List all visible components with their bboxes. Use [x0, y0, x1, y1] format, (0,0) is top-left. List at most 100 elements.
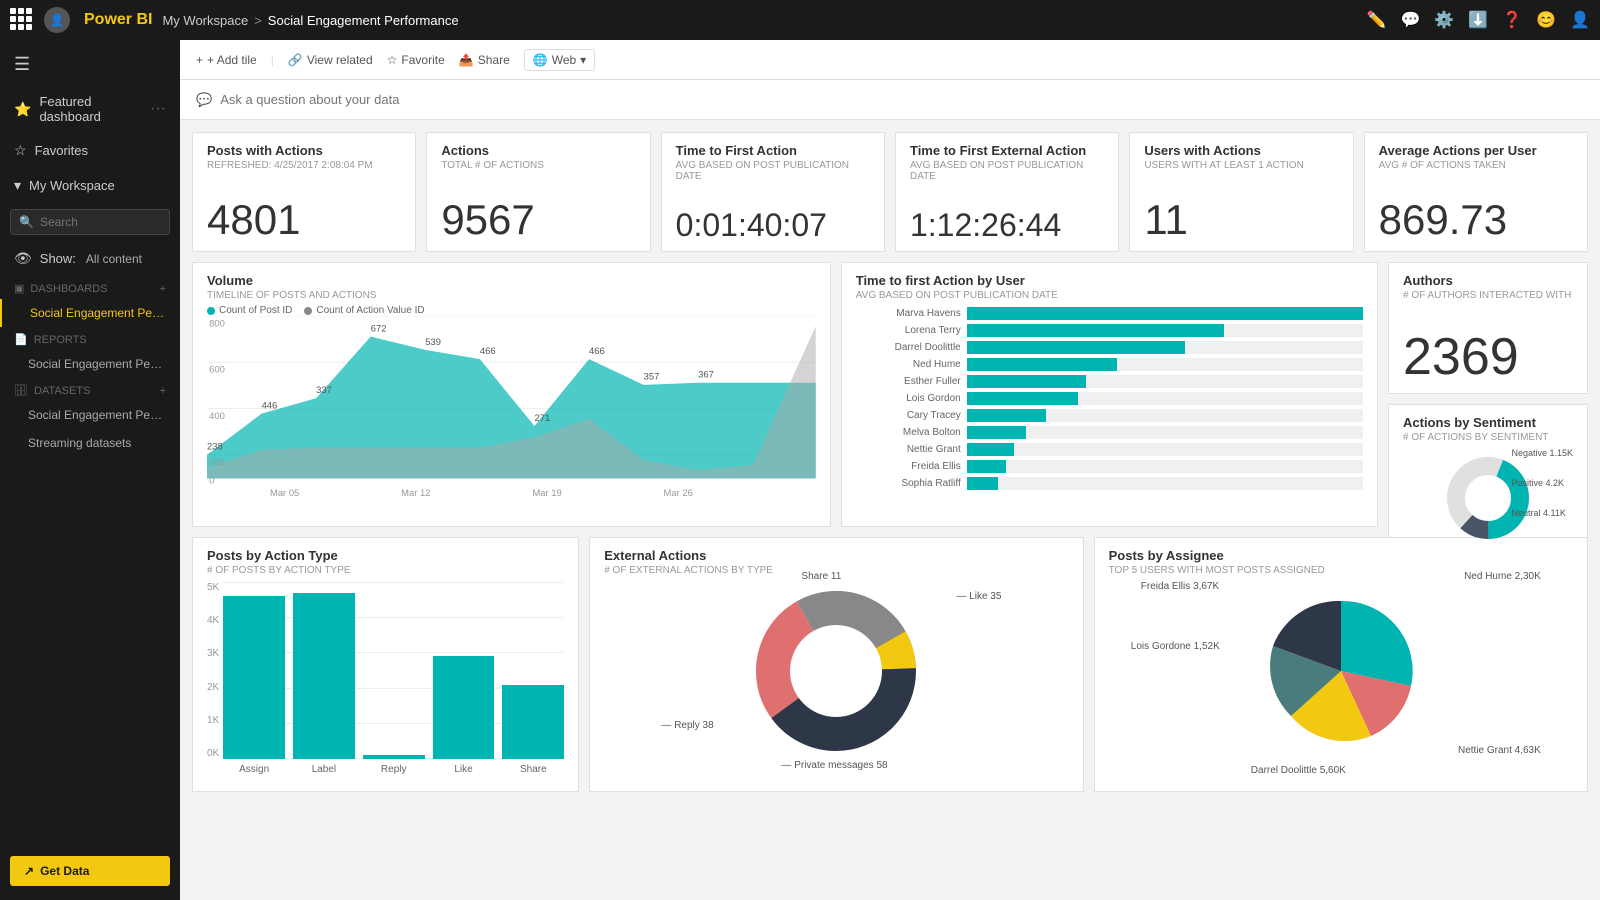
nav-workspace[interactable]: My Workspace	[162, 13, 248, 28]
svg-text:271: 271	[534, 413, 550, 423]
workspace-icon: ▾	[14, 177, 21, 194]
time-by-user-chart: Marva HavensLorena TerryDarrel Doolittle…	[856, 307, 1363, 494]
app-grid-icon[interactable]	[10, 8, 34, 32]
bar-reply[interactable]: Reply	[363, 755, 425, 759]
user-avatar[interactable]: 👤	[44, 7, 70, 33]
posts-action-sub: # OF POSTS BY ACTION TYPE	[207, 565, 564, 576]
get-data-button[interactable]: ↗ Get Data	[10, 856, 170, 886]
kpi-time1-sub: AVG BASED ON POST PUBLICATION DATE	[676, 160, 870, 182]
kpi-actions-value: 9567	[441, 199, 635, 241]
brand-logo: Power BI	[84, 11, 152, 29]
share-button[interactable]: 📤 Share	[459, 53, 510, 67]
show-icon: 👁	[14, 250, 32, 267]
more-icon[interactable]: ···	[150, 100, 166, 118]
add-tile-label: + Add tile	[207, 53, 257, 67]
settings-icon[interactable]: ⚙️	[1434, 10, 1454, 30]
favorite-button[interactable]: ☆ Favorite	[387, 53, 445, 67]
search-input[interactable]	[40, 215, 161, 229]
sidebar: ☰ ⭐ Featured dashboard ··· ☆ Favorites ▾…	[0, 40, 180, 900]
bar-like[interactable]: Like	[433, 656, 495, 759]
kpi-posts-sub: REFRESHED: 4/25/2017 2:08:04 PM	[207, 160, 401, 171]
svg-text:466: 466	[480, 346, 496, 356]
authors-value: 2369	[1403, 331, 1573, 383]
assignee-label-nettie: Nettie Grant 4,63K	[1458, 745, 1541, 756]
hbar-row: Freida Ellis	[856, 460, 1363, 473]
svg-text:367: 367	[698, 370, 714, 380]
bar-like-label: Like	[454, 764, 472, 775]
kpi-avg-value: 869.73	[1379, 199, 1573, 241]
breadcrumb: My Workspace > Social Engagement Perform…	[162, 13, 1356, 28]
dashboard-toolbar: + + Add tile | 🔗 View related ☆ Favorite…	[180, 40, 1600, 80]
add-dashboard-icon[interactable]: +	[160, 283, 166, 295]
sidebar-section-reports[interactable]: 📄 Reports	[0, 327, 180, 350]
svg-text:466: 466	[589, 346, 605, 356]
sidebar-section-dashboards[interactable]: ▣ Dashboards +	[0, 276, 180, 299]
sidebar-sub-dashboard[interactable]: Social Engagement Perfo...	[0, 299, 180, 327]
datasets-icon: 🗄	[14, 384, 28, 397]
bar-label[interactable]: Label	[293, 593, 355, 759]
legend-post-dot	[207, 307, 215, 315]
help-icon[interactable]: ❓	[1502, 10, 1522, 30]
kpi-time-first-external: Time to First External Action AVG BASED …	[895, 132, 1119, 252]
view-related-button[interactable]: 🔗 View related	[288, 53, 373, 67]
hbar-fill	[967, 409, 1046, 422]
favorite-label: Favorite	[401, 53, 444, 67]
kpi-users-title: Users with Actions	[1144, 143, 1338, 158]
ext-label-share: Share 11	[801, 571, 841, 582]
kpi-avg-actions: Average Actions per User AVG # OF ACTION…	[1364, 132, 1588, 252]
sidebar-section-datasets[interactable]: 🗄 Datasets +	[0, 378, 180, 401]
sidebar-sub-streaming[interactable]: Streaming datasets	[0, 429, 180, 457]
hbar-row: Darrel Doolittle	[856, 341, 1363, 354]
kpi-users-with-actions: Users with Actions USERS WITH AT LEAST 1…	[1129, 132, 1353, 252]
hbar-row: Nettie Grant	[856, 443, 1363, 456]
sentiment-negative-label: Negative 1.15K	[1511, 448, 1573, 458]
legend-action-dot	[304, 307, 312, 315]
add-icon: +	[196, 53, 203, 67]
sidebar-item-favorites[interactable]: ☆ Favorites	[0, 133, 180, 168]
profile-icon[interactable]: 👤	[1570, 10, 1590, 30]
bar-label-label: Label	[312, 764, 336, 775]
sentiment-title: Actions by Sentiment	[1403, 415, 1573, 430]
sidebar-label-featured: Featured dashboard	[39, 94, 142, 124]
download-icon[interactable]: ⬇️	[1468, 10, 1488, 30]
sidebar-item-my-workspace[interactable]: ▾ My Workspace	[0, 168, 180, 203]
search-box[interactable]: 🔍	[10, 209, 170, 235]
kpi-posts-with-actions: Posts with Actions REFRESHED: 4/25/2017 …	[192, 132, 416, 252]
question-bar[interactable]: 💬	[180, 80, 1600, 120]
svg-text:Mar 19: Mar 19	[532, 488, 561, 498]
pie-darrel	[1341, 601, 1413, 686]
edit-icon[interactable]: ✏️	[1367, 10, 1387, 30]
hbar-user-label: Esther Fuller	[856, 376, 961, 387]
account-icon[interactable]: 😊	[1536, 10, 1556, 30]
y-1k: 1K	[207, 715, 219, 726]
svg-text:Mar 05: Mar 05	[270, 488, 299, 498]
dashboard-icon: ▣	[14, 282, 24, 295]
y-0k: 0K	[207, 748, 219, 759]
hbar-user-label: Ned Hume	[856, 359, 961, 370]
web-button[interactable]: 🌐 Web ▾	[524, 49, 595, 71]
svg-text:800: 800	[209, 318, 225, 328]
add-dataset-icon[interactable]: +	[160, 385, 166, 397]
sentiment-labels: Negative 1.15K Positive 4.2K Neutral 4.1…	[1511, 448, 1573, 518]
sidebar-sub-report[interactable]: Social Engagement Perfo...	[0, 350, 180, 378]
comment-icon[interactable]: 💬	[1400, 10, 1420, 30]
bar-share-label: Share	[520, 764, 547, 775]
hbar-user-label: Marva Havens	[856, 308, 961, 319]
hbar-track	[967, 409, 1363, 422]
svg-text:400: 400	[209, 411, 225, 421]
link-icon: 🔗	[288, 53, 303, 67]
bar-assign[interactable]: Assign	[223, 596, 285, 759]
hamburger-menu[interactable]: ☰	[0, 44, 180, 85]
sidebar-item-featured[interactable]: ⭐ Featured dashboard ···	[0, 85, 180, 133]
question-input[interactable]	[220, 92, 1584, 107]
posts-action-chart-wrap: 5K 4K 3K 2K 1K 0K	[207, 582, 564, 777]
posts-assignee-card: Posts by Assignee TOP 5 USERS WITH MOST …	[1094, 537, 1588, 792]
posts-action-card: Posts by Action Type # OF POSTS BY ACTIO…	[192, 537, 579, 792]
kpi-time2-value: 1:12:26:44	[910, 209, 1104, 241]
bar-share[interactable]: Share	[502, 685, 564, 759]
sidebar-sub-dataset[interactable]: Social Engagement Perfo...	[0, 401, 180, 429]
svg-text:672: 672	[371, 324, 387, 334]
add-tile-button[interactable]: + + Add tile	[196, 53, 257, 67]
hbar-row: Esther Fuller	[856, 375, 1363, 388]
kpi-actions-title: Actions	[441, 143, 635, 158]
